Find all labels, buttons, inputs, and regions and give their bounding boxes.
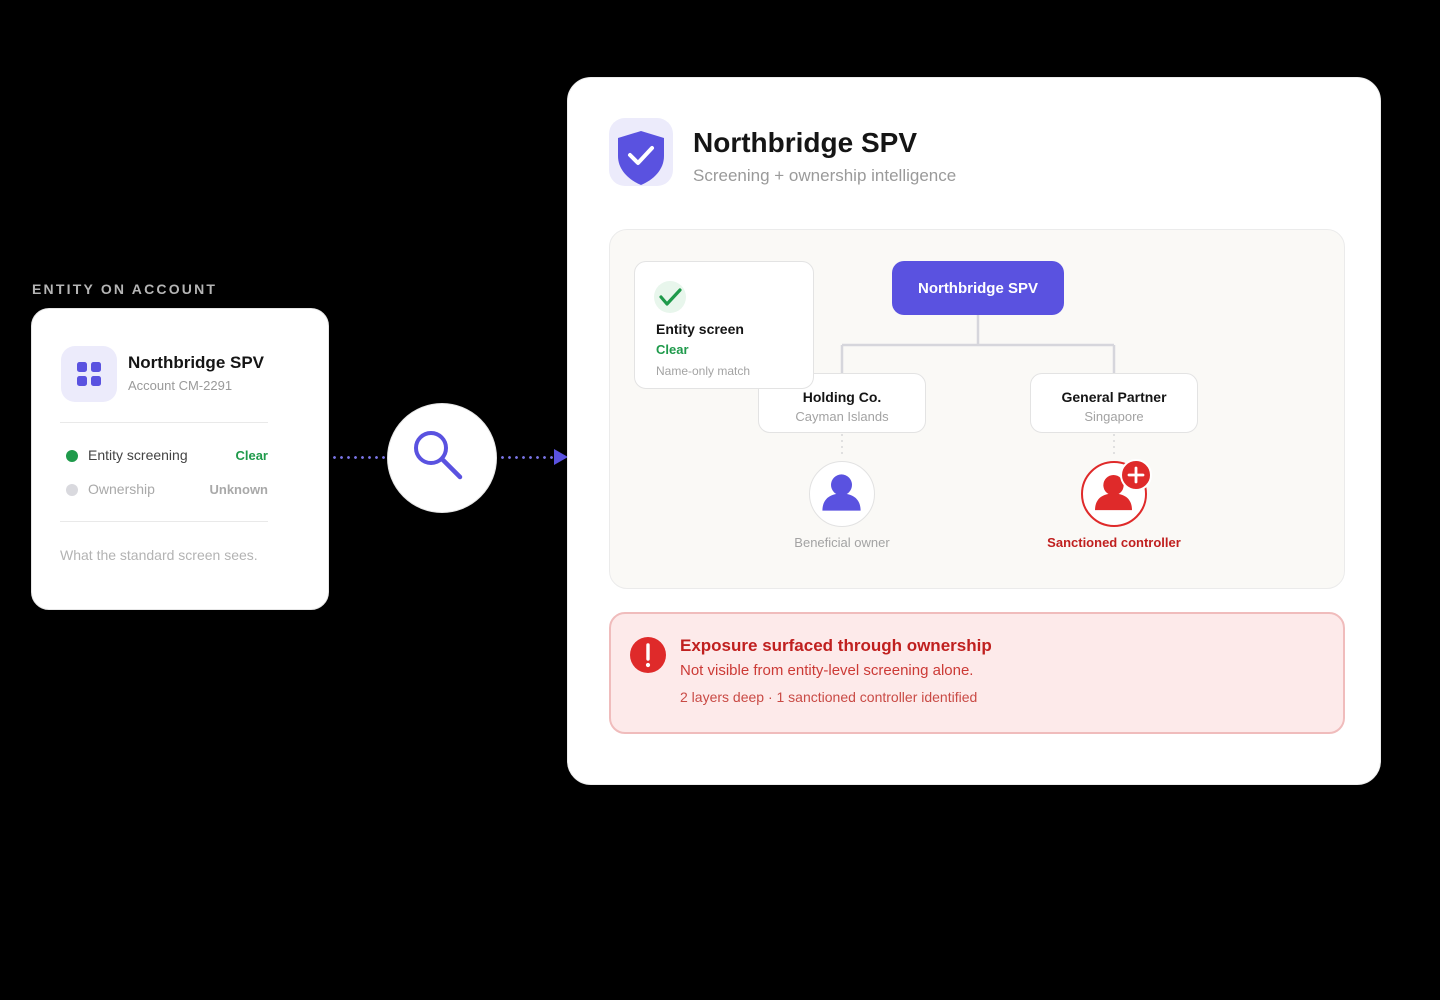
status-dot xyxy=(66,450,78,462)
panel-subtitle: Screening + ownership intelligence xyxy=(693,166,957,185)
child-node-location: Singapore xyxy=(1084,409,1144,424)
status-row-ownership: Ownership Unknown xyxy=(66,480,268,500)
child-node-name: Holding Co. xyxy=(802,389,882,405)
shield-check-icon xyxy=(609,118,673,186)
alert-icon xyxy=(630,637,666,673)
divider xyxy=(60,422,268,423)
entity-card[interactable]: Northbridge SPV Account CM-2291 Entity s… xyxy=(31,308,329,610)
ownership-graph: Entity screen Clear Name-only match Nort… xyxy=(609,229,1345,589)
connector-line-right xyxy=(499,456,553,459)
entity-footnote: What the standard screen sees. xyxy=(60,547,258,563)
alert-meta: 2 layers deep · 1 sanctioned controller … xyxy=(680,689,978,705)
sanctioned-controller-label: Sanctioned controller xyxy=(1047,535,1181,550)
status-row-label: Ownership xyxy=(88,481,155,497)
root-entity-node[interactable]: Northbridge SPV xyxy=(892,261,1064,315)
beneficial-owner-label: Beneficial owner xyxy=(794,535,890,550)
check-icon xyxy=(654,281,686,313)
child-node-name: General Partner xyxy=(1061,389,1167,405)
alert-title: Exposure surfaced through ownership xyxy=(680,636,992,655)
status-row-label: Entity screening xyxy=(88,447,188,463)
entity-screen-title: Entity screen xyxy=(656,321,744,337)
plus-badge-icon xyxy=(1120,459,1152,491)
entity-name: Northbridge SPV xyxy=(128,353,265,372)
entity-screen-card[interactable]: Entity screen Clear Name-only match xyxy=(634,261,814,389)
entity-screen-note: Name-only match xyxy=(656,364,751,378)
search-icon xyxy=(414,431,463,480)
status-row-value: Unknown xyxy=(209,482,269,497)
alert-subtitle: Not visible from entity-level screening … xyxy=(680,662,974,679)
search-button[interactable] xyxy=(387,403,497,513)
intelligence-panel: Northbridge SPV Screening + ownership in… xyxy=(567,77,1381,785)
arrow-right-icon xyxy=(554,449,568,465)
person-icon xyxy=(822,474,861,511)
connector-line-left xyxy=(331,456,385,459)
status-row-value: Clear xyxy=(235,448,268,463)
panel-title: Northbridge SPV xyxy=(693,127,918,158)
child-node-location: Cayman Islands xyxy=(795,409,889,424)
grid-icon xyxy=(61,346,117,402)
status-row-entity-screening: Entity screening Clear xyxy=(66,446,268,466)
section-label: ENTITY ON ACCOUNT xyxy=(32,281,218,297)
beneficial-owner-node[interactable] xyxy=(809,461,875,527)
exposure-alert: Exposure surfaced through ownership Not … xyxy=(609,612,1345,734)
divider xyxy=(60,521,268,522)
child-node-general-partner[interactable]: General Partner Singapore xyxy=(1030,373,1198,433)
entity-account: Account CM-2291 xyxy=(128,378,233,393)
status-dot xyxy=(66,484,78,496)
entity-screen-status: Clear xyxy=(656,342,689,357)
